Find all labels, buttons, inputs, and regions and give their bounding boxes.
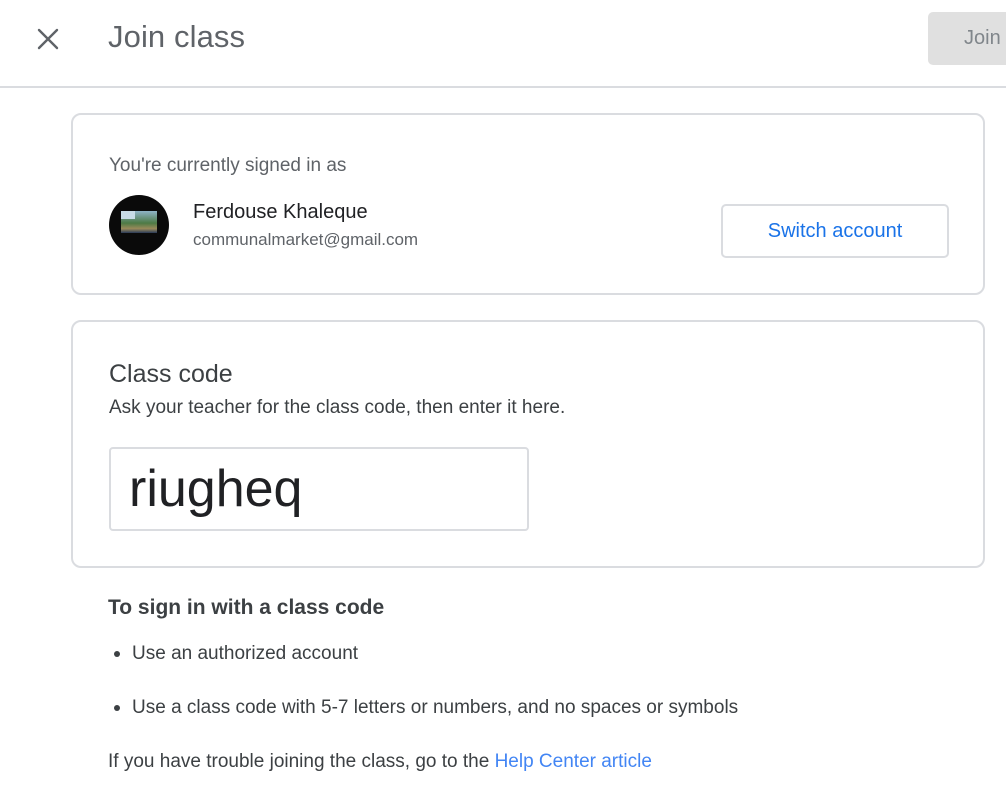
class-code-title: Class code — [109, 360, 233, 388]
help-bullet: Use a class code with 5-7 letters or num… — [108, 697, 738, 719]
user-name: Ferdouse Khaleque — [193, 201, 368, 223]
help-bullet: Use an authorized account — [108, 643, 358, 665]
class-code-description: Ask your teacher for the class code, the… — [109, 397, 566, 418]
top-app-bar: Join class Join — [0, 0, 1006, 88]
bullet-icon — [114, 705, 120, 711]
avatar — [109, 195, 169, 255]
switch-account-button[interactable]: Switch account — [721, 204, 949, 258]
close-icon — [37, 28, 59, 50]
account-card: You're currently signed in as Ferdouse K… — [71, 113, 985, 295]
help-center-link[interactable]: Help Center article — [495, 751, 652, 772]
close-button[interactable] — [28, 19, 68, 59]
class-code-input[interactable] — [109, 447, 529, 531]
bullet-icon — [114, 651, 120, 657]
page-title: Join class — [108, 19, 246, 54]
user-email: communalmarket@gmail.com — [193, 230, 419, 249]
join-button[interactable]: Join — [928, 12, 1006, 65]
trouble-text: If you have trouble joining the class, g… — [108, 751, 652, 772]
help-title: To sign in with a class code — [108, 596, 385, 619]
class-code-card: Class code Ask your teacher for the clas… — [71, 320, 985, 568]
signed-in-label: You're currently signed in as — [109, 155, 347, 176]
